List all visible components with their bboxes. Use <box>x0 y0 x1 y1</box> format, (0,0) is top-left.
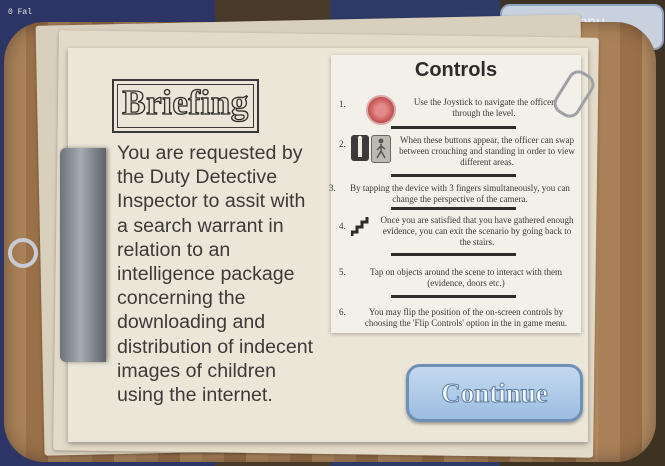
divider <box>391 174 516 177</box>
joystick-icon <box>366 95 396 125</box>
control-text: By tapping the device with 3 fingers sim… <box>350 183 570 204</box>
control-text: When these buttons appear, the officer c… <box>399 135 575 167</box>
briefing-line: the Duty Detective <box>117 166 278 189</box>
divider <box>391 126 516 129</box>
control-num: 3. <box>329 183 336 193</box>
control-text: Once you are satisfied that you have gat… <box>380 215 574 247</box>
briefing-line: You are requested by <box>117 142 303 164</box>
briefing-line: Inspector to assit with <box>117 190 306 213</box>
control-text: Use the Joystick to navigate the officer… <box>413 97 555 118</box>
control-text: Tap on objects around the scene to inter… <box>369 267 563 288</box>
clip-ring-icon <box>8 238 38 268</box>
control-num: 6. <box>339 307 346 317</box>
briefing-line: a search warrant in <box>117 214 284 237</box>
control-num: 1. <box>339 99 346 109</box>
debug-readout: 0 Fal <box>8 8 33 17</box>
divider <box>391 295 516 298</box>
controls-title: Controls <box>414 59 498 81</box>
controls-card: Controls 1. Use the Joystick to navigate… <box>329 55 581 333</box>
control-num: 4. <box>339 221 346 231</box>
briefing-text: You are requested by the Duty Detective … <box>117 141 342 407</box>
stairs-icon <box>351 217 369 236</box>
briefing-line: images of children <box>117 359 277 382</box>
briefing-line: distribution of indecent <box>117 335 314 358</box>
control-num: 2. <box>339 139 346 149</box>
briefing-title: Briefing <box>122 82 249 122</box>
briefing-title-box: Briefing <box>112 79 259 133</box>
briefing-line: intelligence package <box>117 263 295 286</box>
control-text: You may flip the position of the on-scre… <box>364 307 568 328</box>
continue-button[interactable]: Continue <box>406 364 583 422</box>
control-num: 5. <box>339 267 346 277</box>
briefing-line: downloading and <box>117 311 266 334</box>
briefing-line: concerning the <box>117 287 246 310</box>
stand-button-icon <box>371 135 391 163</box>
briefing-line: using the internet. <box>117 384 273 407</box>
divider <box>391 253 516 256</box>
clipboard-clip <box>60 148 106 362</box>
crouch-button-icon <box>351 135 369 161</box>
briefing-line: relation to an <box>117 238 231 261</box>
divider <box>391 207 516 210</box>
